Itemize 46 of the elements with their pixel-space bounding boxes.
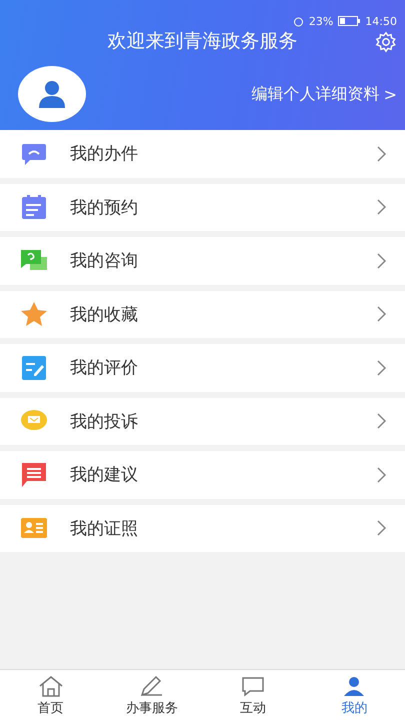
page-title: 欢迎来到青海政务服务 <box>108 29 298 54</box>
pencil-note-icon <box>21 354 47 381</box>
note-bubble-icon <box>21 462 47 488</box>
settings-icon[interactable] <box>375 31 397 53</box>
menu-label: 我的评价 <box>70 357 139 380</box>
tab-button[interactable]: 互动 <box>202 670 304 720</box>
star-icon <box>20 301 48 328</box>
alarm-icon <box>292 16 304 26</box>
question-chat-icon <box>20 248 48 273</box>
menu-label: 我的建议 <box>70 464 139 486</box>
menu-label: 我的收藏 <box>70 304 139 326</box>
menu-label: 我的证照 <box>70 518 139 540</box>
chevron-right-icon <box>377 199 387 216</box>
chevron-right-icon <box>377 413 387 430</box>
id-card-icon <box>21 518 47 538</box>
pencil-icon <box>138 675 165 697</box>
menu-label: 我的咨询 <box>70 250 139 272</box>
chevron-right-icon <box>377 360 387 376</box>
tab-button[interactable]: 首页 <box>0 670 102 720</box>
chevron-right-icon <box>377 306 387 322</box>
chevron-right-icon <box>377 466 387 483</box>
edit-profile-link[interactable]: 编辑个人详细资料 > <box>252 84 397 104</box>
battery-icon <box>338 16 360 26</box>
menu-label: 我的办件 <box>70 143 139 166</box>
menu-item[interactable]: 我的办件 <box>0 130 405 178</box>
chat-icon <box>240 675 266 697</box>
battery-percent: 23% <box>308 14 334 28</box>
menu-item[interactable]: 我的预约 <box>0 184 405 231</box>
menu-item[interactable]: 我的建议 <box>0 451 405 498</box>
menu-item[interactable]: 我的咨询 <box>0 237 405 284</box>
tab-button[interactable]: 我的 <box>304 670 405 720</box>
clock-time: 14:50 <box>365 14 397 28</box>
tab-button[interactable]: 办事服务 <box>101 670 202 720</box>
menu-item[interactable]: 我的收藏 <box>0 290 405 338</box>
home-icon <box>38 675 64 697</box>
person-icon <box>37 79 67 109</box>
menu-item[interactable]: 我的评价 <box>0 344 405 392</box>
menu-item[interactable]: 我的证照 <box>0 504 405 552</box>
chevron-right-icon <box>377 252 387 269</box>
menu-label: 我的投诉 <box>70 410 139 433</box>
calendar-icon <box>21 194 47 220</box>
menu-item[interactable]: 我的投诉 <box>0 398 405 445</box>
chevron-right-icon <box>377 146 387 162</box>
menu-label: 我的预约 <box>70 196 139 219</box>
chat-bubble-icon <box>21 142 47 166</box>
chevron-right-icon <box>377 520 387 536</box>
